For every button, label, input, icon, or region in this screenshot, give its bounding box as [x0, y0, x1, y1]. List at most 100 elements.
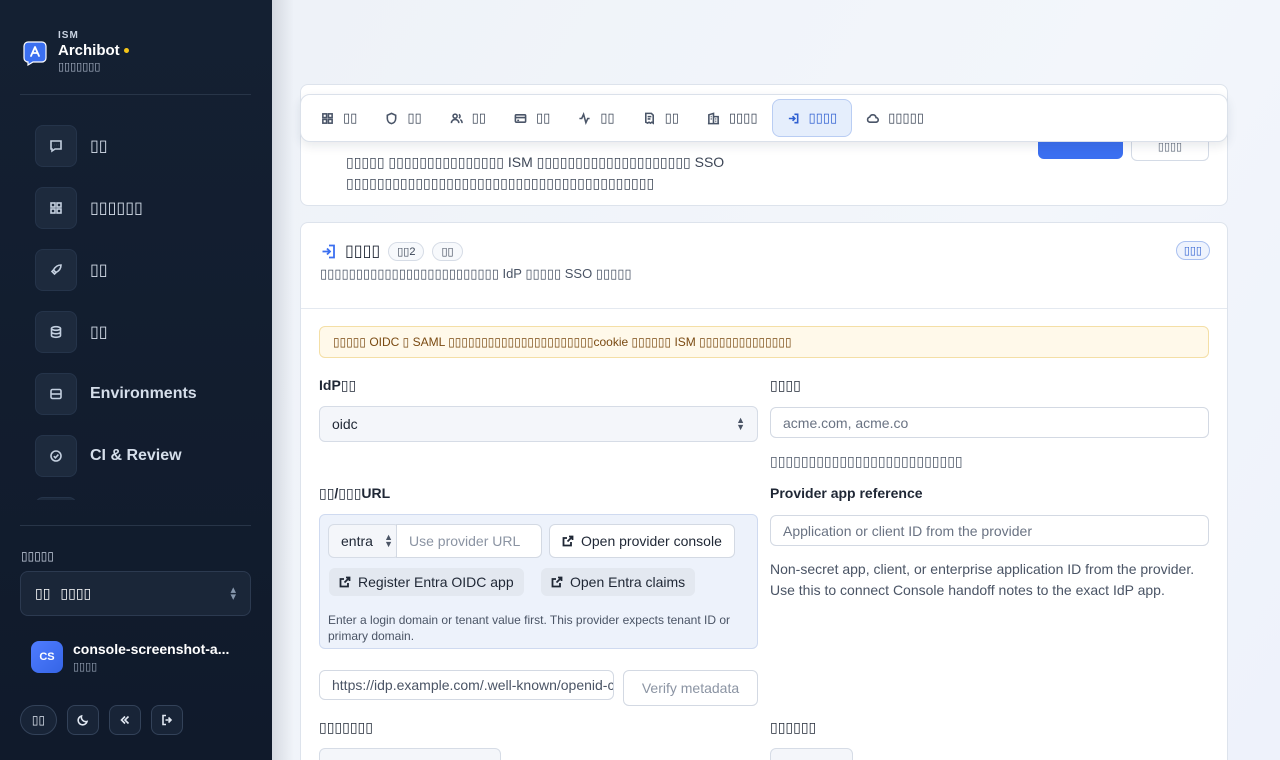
shield-icon [386, 112, 397, 124]
database-icon [35, 311, 77, 353]
tab-activity[interactable]: ▯▯ [564, 99, 628, 137]
external-link-icon [562, 535, 574, 547]
sidebar-item-more[interactable] [20, 487, 251, 500]
collapse-sidebar-button[interactable] [109, 705, 141, 735]
app-reference-input[interactable]: Application or client ID from the provid… [770, 515, 1209, 546]
sso-tag-badge: ▯▯▯ [1175, 241, 1210, 260]
bottom-right-select[interactable] [770, 748, 853, 760]
workspace-select[interactable]: ▯▯ ▯▯▯▯ ▴ ▾ [20, 571, 251, 616]
tab-label: ▯▯ [664, 110, 679, 125]
external-link-icon [339, 576, 351, 588]
tab-security[interactable]: ▯▯ [371, 99, 435, 137]
theme-toggle-button[interactable] [67, 705, 99, 735]
tab-overview[interactable]: ▯▯ [307, 99, 371, 137]
warning-banner: ▯▯▯▯▯ OIDC ▯ SAML ▯▯▯▯▯▯▯▯▯▯▯▯▯▯▯▯▯▯▯▯▯▯… [319, 326, 1209, 358]
app-reference-label: Provider app reference [770, 485, 923, 501]
metadata-url-input[interactable]: https://idp.example.com/.well-known/open… [319, 670, 614, 700]
tab-cloud[interactable]: ▯▯▯▯▯ [852, 99, 938, 137]
tab-sso[interactable]: ▯▯▯▯ [771, 99, 853, 137]
card-icon [514, 113, 527, 123]
sidebar-divider [20, 94, 251, 95]
building-icon [707, 111, 719, 124]
domains-input[interactable]: acme.com, acme.co [770, 407, 1209, 438]
bottom-right-field-label: ▯▯▯▯▯▯ [770, 719, 817, 735]
provider-help-text: Enter a login domain or tenant value fir… [328, 613, 730, 643]
brand-title: Archibot [58, 42, 129, 59]
brand-eyebrow: ISM [58, 30, 79, 41]
sidebar-divider [20, 525, 251, 526]
tab-members[interactable]: ▯▯ [436, 99, 500, 137]
button-label: Register Entra OIDC app [358, 574, 514, 590]
settings-tabbar: ▯▯ ▯▯ ▯▯ ▯▯ ▯▯ ▯▯ ▯▯▯▯ ▯▯▯▯ ▯▯▯▯▯ [300, 94, 1228, 142]
bottom-left-select[interactable] [319, 748, 501, 760]
sidebar-item-label: CI & Review [90, 447, 182, 464]
logout-icon [162, 714, 173, 726]
avatar: CS [31, 641, 63, 673]
section-divider [301, 308, 1227, 309]
grid-icon [35, 187, 77, 229]
sidebar-item-data[interactable]: ▯▯ [20, 301, 251, 363]
sso-card: ▯▯▯▯ ▯▯2 ▯▯ ▯▯▯ ▯▯▯▯▯▯▯▯▯▯▯▯▯▯▯▯▯▯▯▯▯▯▯▯… [300, 222, 1228, 760]
tab-label: ▯▯ [600, 110, 615, 125]
grid-icon [322, 112, 333, 124]
sidebar-item-chat[interactable]: ▯▯ [20, 115, 251, 177]
brand-subtitle: ▯▯▯▯▯▯▯ [58, 61, 101, 73]
tab-label: ▯▯▯▯ [728, 110, 758, 125]
tab-label: ▯▯ [471, 110, 486, 125]
check-circle-icon [35, 435, 77, 477]
chevron-updown-icon: ▲ ▼ [736, 415, 745, 432]
verify-metadata-button[interactable]: Verify metadata [623, 670, 758, 706]
sidebar-item-label: ▯▯ [90, 324, 108, 341]
cloud-icon [866, 113, 880, 123]
tab-audit[interactable]: ▯▯ [629, 99, 693, 137]
archibot-logo-icon [23, 41, 47, 66]
workspace-flag: ▯▯ [35, 585, 51, 601]
brand[interactable]: ISM Archibot ▯▯▯▯▯▯▯ [22, 30, 129, 73]
sidebar-item-deploy[interactable]: ▯▯ [20, 239, 251, 301]
external-link-icon [551, 576, 563, 588]
sidebar-item-ci-review[interactable]: CI & Review [20, 425, 251, 487]
sidebar-item-dashboard[interactable]: ▯▯▯▯▯▯ [20, 177, 251, 239]
count-badge: ▯▯2 [388, 241, 425, 261]
sidebar-item-label: ▯▯ [90, 262, 108, 279]
tab-label: ▯▯ [535, 110, 551, 125]
user-profile[interactable]: CS console-screenshot-a... ▯▯▯▯ [31, 641, 233, 673]
chevron-updown-icon: ▴ ▾ [230, 583, 236, 603]
tab-billing[interactable]: ▯▯ [500, 99, 564, 137]
sidebar-item-environments[interactable]: Environments [20, 363, 251, 425]
login-icon [788, 113, 798, 123]
sso-description: ▯▯▯▯▯▯▯▯▯▯▯▯▯▯▯▯▯▯▯▯▯▯▯▯▯ IdP ▯▯▯▯▯ SSO … [320, 266, 632, 281]
app-reference-help: Non-secret app, client, or enterprise ap… [770, 561, 1195, 598]
workspace-name: ▯▯▯▯ [60, 585, 92, 601]
provider-url-label: ▯▯/▯▯▯URL [319, 485, 391, 501]
provider-url-input[interactable]: Use provider URL [396, 524, 542, 558]
idp-type-label: IdP▯▯ [319, 377, 357, 393]
language-button[interactable]: ▯▯ [20, 705, 57, 735]
organization-description: ▯▯▯▯▯ ▯▯▯▯▯▯▯▯▯▯▯▯▯▯▯ ISM ▯▯▯▯▯▯▯▯▯▯▯▯▯▯… [346, 154, 725, 191]
sidebar-item-label: ▯▯▯▯▯▯ [90, 200, 143, 217]
register-entra-app-button[interactable]: Register Entra OIDC app [329, 568, 524, 596]
idp-type-select[interactable]: oidc ▲ ▼ [319, 406, 758, 442]
sidebar-footer-buttons: ▯▯ [20, 705, 183, 735]
tab-label: ▯▯ [343, 110, 358, 125]
tab-organization[interactable]: ▯▯▯▯ [693, 99, 772, 137]
double-chevron-left-icon [120, 715, 130, 725]
chat-icon [35, 125, 77, 167]
status-dot [123, 48, 129, 53]
main-content: ▯▯▯▯ ▯▯▯▯▯ ▯▯▯▯▯▯▯▯▯▯▯▯▯▯▯ ISM ▯▯▯▯▯▯▯▯▯… [272, 0, 1280, 760]
open-provider-console-button[interactable]: Open provider console [549, 524, 735, 558]
domains-help: ▯▯▯▯▯▯▯▯▯▯▯▯▯▯▯▯▯▯▯▯▯▯▯▯▯ [770, 453, 963, 469]
provider-select-value: entra [341, 533, 373, 549]
bottom-left-field-label: ▯▯▯▯▯▯▯ [319, 719, 373, 735]
tab-label: ▯▯ [407, 110, 422, 125]
activity-icon [579, 111, 590, 125]
user-role: ▯▯▯▯ [73, 661, 98, 673]
logout-button[interactable] [151, 705, 183, 735]
sidebar-item-label: Environments [90, 385, 197, 402]
tab-label: ▯▯▯▯ [808, 110, 838, 125]
chevron-updown-icon: ▲ ▼ [384, 532, 393, 549]
provider-select[interactable]: entra ▲ ▼ [328, 524, 400, 558]
more-icon [35, 497, 77, 500]
open-entra-claims-button[interactable]: Open Entra claims [541, 568, 696, 596]
button-label: Open provider console [581, 533, 722, 549]
